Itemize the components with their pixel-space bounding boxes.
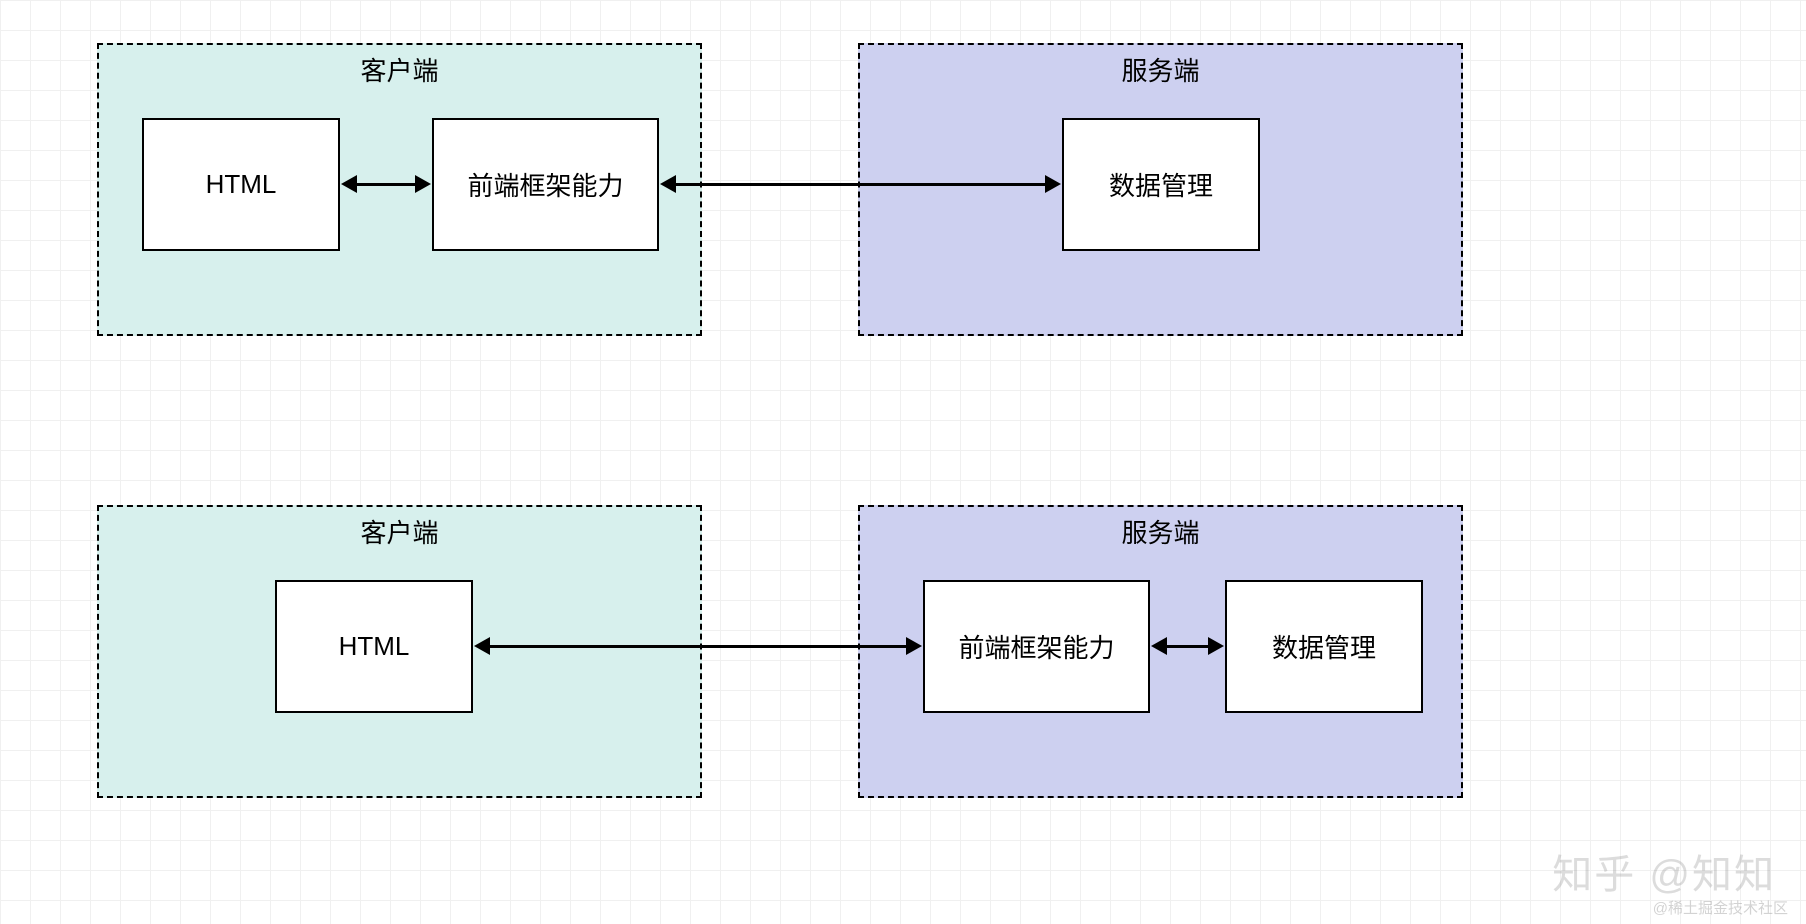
arrow-head-icon [1151, 637, 1167, 655]
diagram2-node-html-label: HTML [339, 631, 410, 662]
watermark-main: 知乎 @知知 [1552, 842, 1776, 900]
diagram2-node-data: 数据管理 [1225, 580, 1423, 713]
diagram1-arrow-frontend-data [675, 183, 1046, 186]
diagram1-node-html-label: HTML [206, 169, 277, 200]
diagram2-arrow-frontend-data [1166, 645, 1209, 648]
diagram1-node-frontend: 前端框架能力 [432, 118, 659, 251]
diagram2-node-html: HTML [275, 580, 473, 713]
arrow-head-icon [415, 175, 431, 193]
diagram1-node-data-label: 数据管理 [1109, 166, 1213, 203]
diagram1-node-html: HTML [142, 118, 340, 251]
diagram2-node-data-label: 数据管理 [1272, 628, 1376, 665]
arrow-head-icon [660, 175, 676, 193]
diagram2-server-title: 服务端 [860, 513, 1461, 550]
diagram2-arrow-html-frontend [489, 645, 907, 648]
arrow-head-icon [474, 637, 490, 655]
arrow-head-icon [341, 175, 357, 193]
diagram2-node-frontend: 前端框架能力 [923, 580, 1150, 713]
diagram1-arrow-html-frontend [356, 183, 416, 186]
arrow-head-icon [1208, 637, 1224, 655]
arrow-head-icon [906, 637, 922, 655]
diagram1-node-data: 数据管理 [1062, 118, 1260, 251]
diagram1-node-frontend-label: 前端框架能力 [467, 166, 623, 203]
diagram1-server-title: 服务端 [860, 51, 1461, 88]
diagram1-client-title: 客户端 [99, 51, 700, 88]
diagram2-node-frontend-label: 前端框架能力 [958, 628, 1114, 665]
watermark-sub: @稀土掘金技术社区 [1653, 897, 1788, 918]
arrow-head-icon [1045, 175, 1061, 193]
diagram2-client-title: 客户端 [99, 513, 700, 550]
